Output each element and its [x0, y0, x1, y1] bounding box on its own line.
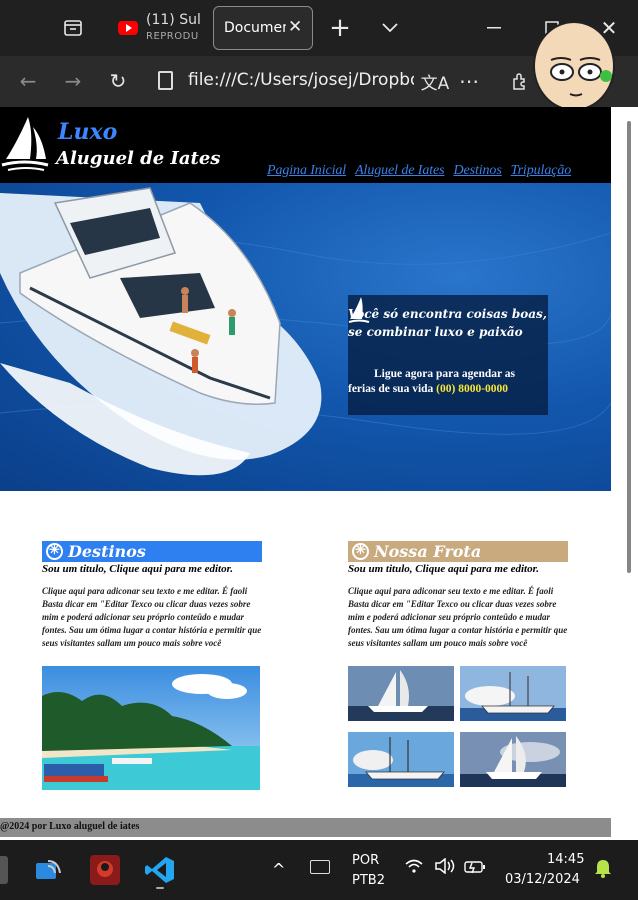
translate-icon[interactable]: 文A — [420, 66, 450, 96]
section-body: Clique aqui para adiconar seu texto e me… — [42, 586, 262, 648]
close-tab-icon[interactable]: ✕ — [288, 17, 302, 37]
section-subtitle: Sou um titulo, Clique aqui para me edito… — [42, 563, 234, 575]
nav-link-destinations[interactable]: Destinos — [453, 163, 501, 179]
minimize-icon[interactable] — [477, 11, 511, 45]
section-title: Destinos — [68, 542, 146, 561]
forward-icon[interactable]: → — [58, 66, 88, 96]
tab-title: Documen — [224, 20, 286, 36]
brand-subtitle: Aluguel de Iates — [56, 148, 221, 169]
chevron-up-icon[interactable]: ^ — [272, 860, 285, 879]
url-field[interactable]: file:///C:/Users/josej/Dropbox — [188, 70, 414, 90]
chevron-down-icon[interactable] — [373, 11, 407, 45]
ship-wheel-icon — [352, 540, 369, 561]
cast-app-icon[interactable] — [34, 857, 64, 883]
back-icon[interactable]: ← — [13, 66, 43, 96]
keyboard-layout[interactable]: PTB2 — [352, 873, 385, 888]
fleet-photo-1 — [348, 666, 454, 721]
fleet-photo-2 — [460, 666, 566, 721]
keyboard-icon[interactable] — [310, 860, 330, 874]
new-tab-icon[interactable]: + — [323, 11, 357, 45]
volume-icon[interactable] — [434, 857, 456, 878]
hero-call-to-action: Ligue agora para agendar as ferias de su… — [348, 367, 538, 397]
file-icon — [158, 71, 173, 90]
windows-taskbar: ^ POR PTB2 14:45 03/12/2024 — [0, 840, 638, 900]
youtube-icon — [118, 21, 138, 35]
vscode-icon[interactable] — [144, 854, 176, 889]
tab-subtitle: REPRODU — [146, 31, 199, 42]
wifi-icon[interactable] — [404, 858, 424, 878]
refresh-icon[interactable]: ↻ — [103, 66, 133, 96]
nav-link-home[interactable]: Pagina Inicial — [267, 163, 346, 179]
page-scrollbar[interactable] — [627, 121, 631, 573]
sailboat-icon — [348, 297, 370, 323]
game-app-icon[interactable] — [90, 855, 120, 885]
hero-info-box: Você só encontra coisas boas, se combina… — [348, 295, 548, 415]
more-options-icon[interactable]: ⋯ — [454, 66, 484, 96]
battery-icon[interactable] — [464, 859, 486, 878]
tab-youtube[interactable]: (11) Sul REPRODU — [102, 6, 206, 50]
ship-wheel-icon — [46, 540, 63, 561]
tab-actions-icon[interactable] — [56, 11, 90, 45]
hero-phone-number[interactable]: (00) 8000-0000 — [436, 383, 508, 395]
web-page: Luxo Aluguel de Iates Pagina Inicial Alu… — [0, 107, 638, 840]
taskbar-app-partial-icon[interactable] — [0, 856, 8, 884]
section-title: Nossa Frota — [374, 542, 482, 561]
site-header: Luxo Aluguel de Iates Pagina Inicial Alu… — [0, 107, 611, 183]
fleet-photo-4 — [460, 732, 566, 787]
fleet-photo-3 — [348, 732, 454, 787]
section-header: Nossa Frota — [348, 540, 568, 562]
clock-time[interactable]: 14:45 — [547, 852, 584, 867]
tab-title: (11) Sul — [146, 12, 201, 28]
clock-date[interactable]: 03/12/2024 — [505, 872, 580, 887]
nav-link-yacht-rental[interactable]: Aluguel de Iates — [355, 163, 444, 179]
section-fleet: Nossa Frota Sou um titulo, Clique aqui p… — [348, 540, 568, 787]
section-header: Destinos — [42, 540, 262, 562]
hero-title: Você só encontra coisas boas, se combina… — [348, 307, 547, 339]
section-body: Clique aqui para adiconar seu texto e me… — [348, 586, 568, 648]
profile-avatar-icon[interactable] — [518, 14, 626, 108]
footer-copyright: @2024 por Luxo aluguel de iates — [0, 821, 140, 832]
section-destinations: Destinos Sou um titulo, Clique aqui para… — [42, 540, 262, 790]
sailboat-logo-icon — [1, 117, 49, 171]
hero-banner: Você só encontra coisas boas, se combina… — [0, 183, 611, 491]
beach-image — [42, 666, 260, 790]
section-subtitle: Sou um titulo, Clique aqui para me edito… — [348, 563, 540, 575]
brand-title: Luxo — [58, 119, 118, 145]
site-nav: Pagina Inicial Aluguel de Iates Destinos… — [267, 163, 571, 179]
nav-link-crew[interactable]: Tripulação — [511, 163, 572, 179]
site-footer: @2024 por Luxo aluguel de iates — [0, 818, 611, 837]
input-language[interactable]: POR — [352, 853, 379, 868]
tab-document[interactable]: Documen ✕ — [213, 6, 313, 50]
notification-bell-icon[interactable] — [594, 858, 612, 882]
